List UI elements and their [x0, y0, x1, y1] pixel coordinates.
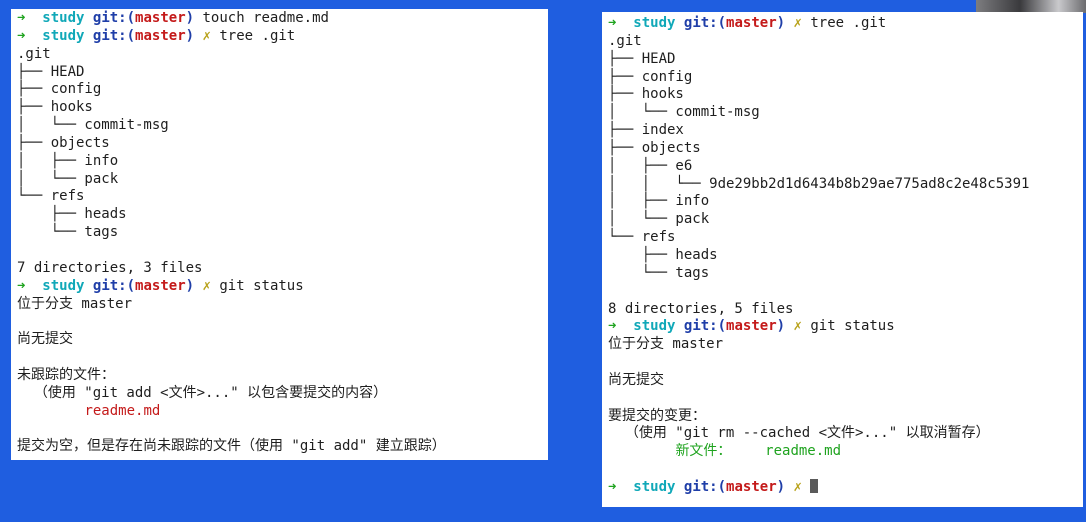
- dirty-marker-icon: ✗: [793, 318, 802, 335]
- prompt-arrow-icon: ➜: [608, 318, 617, 335]
- tree-line: │ │ └── 9de29bb2d1d6434b8b29ae775ad8c2e4…: [608, 175, 1030, 192]
- tree-line: │ └── commit-msg: [17, 117, 169, 134]
- tree-summary: 8 directories, 5 files: [608, 300, 794, 317]
- dirty-marker-icon: ✗: [202, 27, 211, 44]
- prompt-user: study: [42, 27, 85, 44]
- prompt-user: study: [42, 10, 85, 26]
- status-on-branch: 位于分支 master: [608, 336, 724, 353]
- prompt-branch: master: [135, 277, 186, 294]
- tree-line: ├── HEAD: [17, 63, 85, 80]
- prompt-user: study: [633, 478, 676, 495]
- tree-line: ├── hooks: [608, 86, 684, 103]
- prompt-user: study: [633, 318, 676, 335]
- prompt-branch: master: [726, 318, 777, 335]
- prompt-arrow-icon: ➜: [17, 10, 26, 26]
- prompt-arrow-icon: ➜: [17, 277, 26, 294]
- status-no-commits: 尚无提交: [608, 371, 664, 388]
- dirty-marker-icon: ✗: [793, 478, 802, 495]
- prompt-line: ➜ study git:(master) ✗ tree .git: [608, 15, 1083, 33]
- tree-line: ├── HEAD: [608, 50, 676, 67]
- terminal-right[interactable]: ➜ study git:(master) ✗ tree .git .git ├─…: [602, 12, 1083, 507]
- command-text: tree .git: [810, 15, 887, 31]
- tree-line: ├── heads: [608, 246, 718, 263]
- tree-line: ├── hooks: [17, 99, 93, 116]
- tree-line: .git: [17, 45, 51, 62]
- prompt-line: ➜ study git:(master) ✗ git status: [17, 278, 548, 296]
- prompt-line: ➜ study git:(master) ✗: [608, 478, 1083, 497]
- prompt-user: study: [633, 15, 676, 31]
- tree-line: │ ├── info: [608, 193, 710, 210]
- status-untracked-hint: （使用 "git add <文件>..." 以包含要提交的内容）: [17, 384, 388, 401]
- prompt-user: study: [42, 277, 85, 294]
- status-no-commits: 尚无提交: [17, 331, 73, 348]
- tree-line: │ ├── info: [17, 152, 119, 169]
- prompt-branch: master: [726, 15, 777, 31]
- tree-summary: 7 directories, 3 files: [17, 259, 203, 276]
- prompt-git-close: ): [776, 318, 786, 335]
- prompt-git: git:(: [683, 478, 727, 495]
- prompt-line: ➜ study git:(master) touch readme.md: [17, 10, 548, 28]
- tree-line: ├── index: [608, 122, 684, 139]
- tree-line: └── tags: [608, 264, 710, 281]
- tree-line: └── refs: [608, 229, 676, 246]
- prompt-git-close: ): [185, 277, 195, 294]
- staged-file: readme.md: [765, 443, 842, 460]
- prompt-arrow-icon: ➜: [608, 478, 617, 495]
- command-text: git status: [219, 277, 304, 294]
- tree-line: │ └── commit-msg: [608, 104, 760, 121]
- prompt-branch: master: [135, 10, 186, 26]
- command-text: git status: [810, 318, 895, 335]
- status-untracked-header: 未跟踪的文件：: [17, 366, 115, 383]
- prompt-line: ➜ study git:(master) ✗ tree .git: [17, 28, 548, 46]
- tree-line: └── tags: [17, 224, 119, 241]
- untracked-file: readme.md: [84, 402, 161, 419]
- tree-line: │ ├── e6: [608, 157, 693, 174]
- prompt-git: git:(: [92, 10, 136, 26]
- prompt-git-close: ): [776, 15, 786, 31]
- tree-line: ├── objects: [608, 139, 701, 156]
- tree-line: ├── heads: [17, 206, 127, 223]
- prompt-git-close: ): [776, 478, 786, 495]
- status-staged-header: 要提交的变更：: [608, 407, 706, 424]
- prompt-git: git:(: [683, 15, 727, 31]
- tree-line: ├── config: [608, 68, 693, 85]
- command-text: tree .git: [219, 27, 296, 44]
- terminal-left[interactable]: ➜ study git:(master) touch readme.md ➜ s…: [11, 9, 548, 460]
- prompt-git: git:(: [92, 27, 136, 44]
- prompt-branch: master: [135, 27, 186, 44]
- prompt-git-close: ): [185, 27, 195, 44]
- tree-line: .git: [608, 32, 642, 49]
- prompt-line: ➜ study git:(master) ✗ git status: [608, 318, 1083, 336]
- tree-line: ├── objects: [17, 134, 110, 151]
- terminal-cursor[interactable]: [810, 478, 819, 493]
- tree-line: │ └── pack: [608, 211, 710, 228]
- tree-line: ├── config: [17, 81, 102, 98]
- untracked-file-line: readme.md: [17, 403, 548, 421]
- dirty-marker-icon: ✗: [793, 15, 802, 31]
- status-footer: 提交为空，但是存在尚未跟踪的文件（使用 "git add" 建立跟踪）: [17, 438, 446, 455]
- dirty-marker-icon: ✗: [202, 277, 211, 294]
- command-text: touch readme.md: [202, 10, 329, 26]
- staged-file-line: 新文件： readme.md: [608, 443, 1083, 461]
- prompt-git: git:(: [683, 318, 727, 335]
- prompt-git-close: ): [185, 10, 195, 26]
- prompt-branch: master: [726, 478, 777, 495]
- tree-line: │ └── pack: [17, 170, 119, 187]
- prompt-git: git:(: [92, 277, 136, 294]
- status-on-branch: 位于分支 master: [17, 295, 133, 312]
- prompt-arrow-icon: ➜: [608, 15, 617, 31]
- prompt-arrow-icon: ➜: [17, 27, 26, 44]
- new-file-label: 新文件：: [675, 443, 732, 460]
- status-staged-hint: （使用 "git rm --cached <文件>..." 以取消暂存）: [608, 425, 990, 442]
- tree-line: └── refs: [17, 188, 85, 205]
